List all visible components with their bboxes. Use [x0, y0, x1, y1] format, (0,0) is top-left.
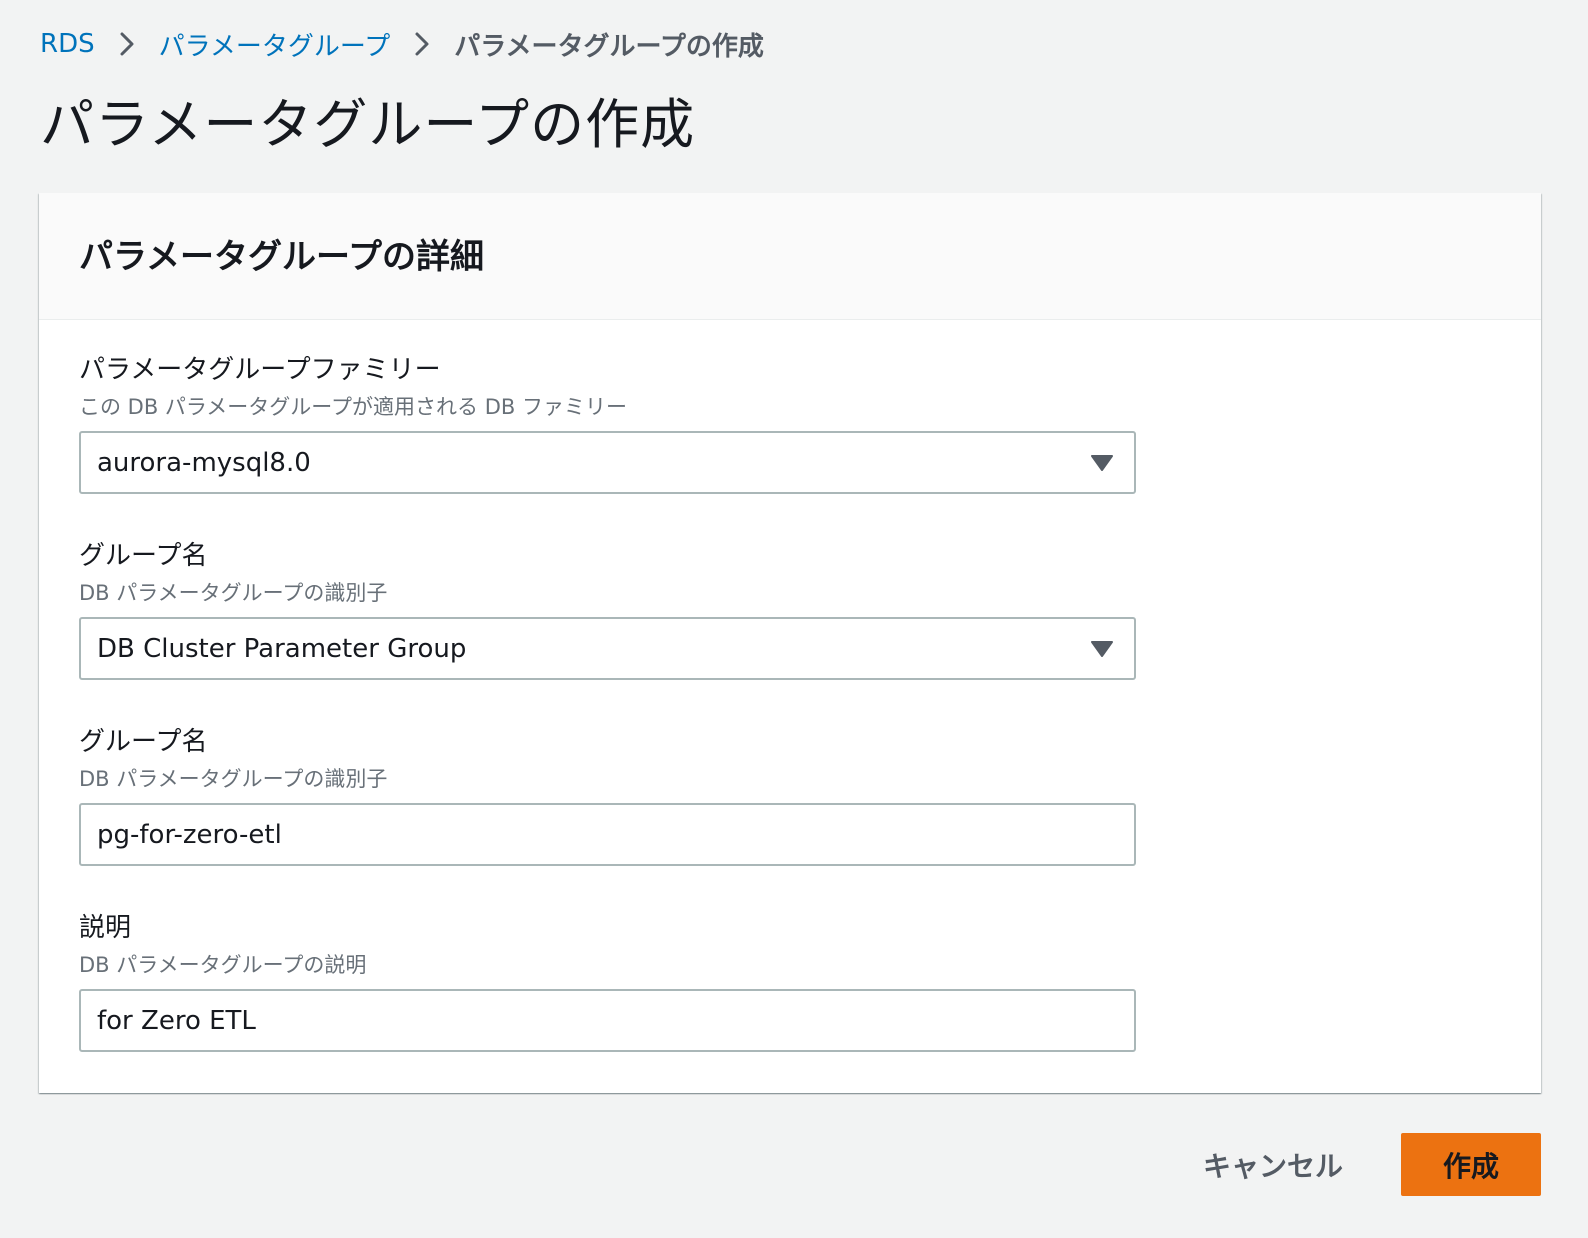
field-parameter-group-family: パラメータグループファミリー この DB パラメータグループが適用される DB …	[79, 353, 1136, 494]
breadcrumb: RDS パラメータグループ パラメータグループの作成	[40, 24, 764, 64]
cancel-button[interactable]: キャンセル	[1175, 1133, 1371, 1196]
parameter-group-details-panel: パラメータグループの詳細 パラメータグループファミリー この DB パラメータグ…	[39, 193, 1541, 1093]
chevron-right-icon	[390, 24, 454, 64]
panel-title: パラメータグループの詳細	[79, 237, 484, 277]
field-label: 説明	[79, 913, 132, 943]
chevron-right-icon	[95, 24, 159, 64]
field-label: グループ名	[79, 541, 208, 571]
page-title: パラメータグループの作成	[40, 93, 696, 156]
group-name-input[interactable]: pg-for-zero-etl	[79, 803, 1136, 866]
create-button[interactable]: 作成	[1401, 1133, 1541, 1196]
field-group-name-input: グループ名 DB パラメータグループの識別子 pg-for-zero-etl	[79, 725, 1136, 866]
select-value: aurora-mysql8.0	[97, 447, 311, 478]
select-value: DB Cluster Parameter Group	[97, 633, 467, 664]
field-label: パラメータグループファミリー	[79, 355, 441, 385]
group-name-select[interactable]: DB Cluster Parameter Group	[79, 617, 1136, 680]
breadcrumb-current: パラメータグループの作成	[454, 31, 764, 62]
form-actions: キャンセル 作成	[1175, 1133, 1541, 1196]
breadcrumb-link-parameter-groups[interactable]: パラメータグループ	[159, 26, 391, 63]
field-description: DB パラメータグループの識別子	[79, 581, 388, 605]
parameter-group-family-select[interactable]: aurora-mysql8.0	[79, 431, 1136, 494]
panel-header: パラメータグループの詳細	[39, 193, 1541, 320]
field-group-name-select: グループ名 DB パラメータグループの識別子 DB Cluster Parame…	[79, 539, 1136, 680]
field-description: この DB パラメータグループが適用される DB ファミリー	[79, 395, 627, 419]
field-label: グループ名	[79, 727, 208, 757]
breadcrumb-link-rds[interactable]: RDS	[40, 29, 95, 59]
input-value: pg-for-zero-etl	[97, 819, 282, 850]
field-description-input: 説明 DB パラメータグループの説明 for Zero ETL	[79, 911, 1136, 1052]
caret-down-icon	[1091, 454, 1113, 471]
field-description: DB パラメータグループの説明	[79, 953, 367, 977]
description-input[interactable]: for Zero ETL	[79, 989, 1136, 1052]
input-value: for Zero ETL	[97, 1005, 256, 1036]
caret-down-icon	[1091, 640, 1113, 657]
field-description: DB パラメータグループの識別子	[79, 767, 388, 791]
